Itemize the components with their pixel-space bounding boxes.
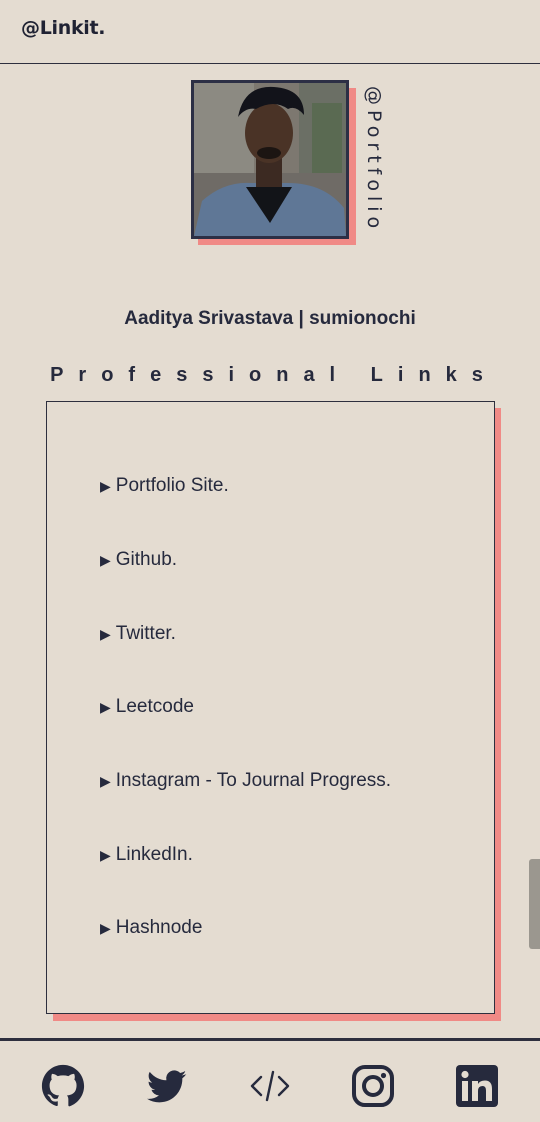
brand-logo-text[interactable]: @Linkit. bbox=[21, 17, 106, 39]
link-linkedin[interactable]: ▶ LinkedIn. bbox=[100, 842, 193, 868]
link-hashnode[interactable]: ▶ Hashnode bbox=[100, 915, 202, 941]
link-label: Portfolio Site. bbox=[115, 475, 229, 496]
link-label: Leetcode bbox=[115, 696, 194, 717]
link-twitter[interactable]: ▶ Twitter. bbox=[100, 621, 176, 647]
triangle-right-icon: ▶ bbox=[100, 477, 111, 494]
triangle-right-icon: ▶ bbox=[100, 919, 111, 936]
scrollbar-thumb[interactable] bbox=[529, 859, 540, 949]
triangle-right-icon: ▶ bbox=[100, 551, 111, 568]
link-label: Hashnode bbox=[115, 917, 203, 938]
avatar bbox=[191, 80, 349, 239]
link-instagram[interactable]: ▶ Instagram - To Journal Progress. bbox=[100, 768, 391, 794]
top-bar: @Linkit. bbox=[0, 0, 540, 64]
footer-social-bar bbox=[0, 1038, 540, 1122]
triangle-right-icon: ▶ bbox=[100, 846, 111, 863]
link-label: Instagram - To Journal Progress. bbox=[115, 770, 392, 791]
instagram-icon[interactable] bbox=[350, 1063, 396, 1109]
linkedin-icon[interactable] bbox=[454, 1063, 500, 1109]
twitter-icon[interactable] bbox=[144, 1063, 190, 1109]
triangle-right-icon: ▶ bbox=[100, 698, 111, 715]
portfolio-handle[interactable]: @Portfolio bbox=[355, 86, 385, 246]
link-github[interactable]: ▶ Github. bbox=[100, 547, 177, 573]
link-label: Twitter. bbox=[115, 623, 176, 644]
triangle-right-icon: ▶ bbox=[100, 772, 111, 789]
avatar-photo bbox=[194, 83, 346, 236]
profile-name: Aaditya Srivastava | sumionochi bbox=[124, 308, 416, 329]
link-portfolio-site[interactable]: ▶ Portfolio Site. bbox=[100, 473, 229, 499]
code-icon[interactable] bbox=[247, 1063, 293, 1109]
link-label: Github. bbox=[115, 549, 178, 570]
link-label: LinkedIn. bbox=[115, 844, 193, 865]
triangle-right-icon: ▶ bbox=[100, 625, 111, 642]
link-leetcode[interactable]: ▶ Leetcode bbox=[100, 694, 194, 720]
github-icon[interactable] bbox=[40, 1063, 86, 1109]
section-title: Professional Links bbox=[50, 364, 498, 386]
